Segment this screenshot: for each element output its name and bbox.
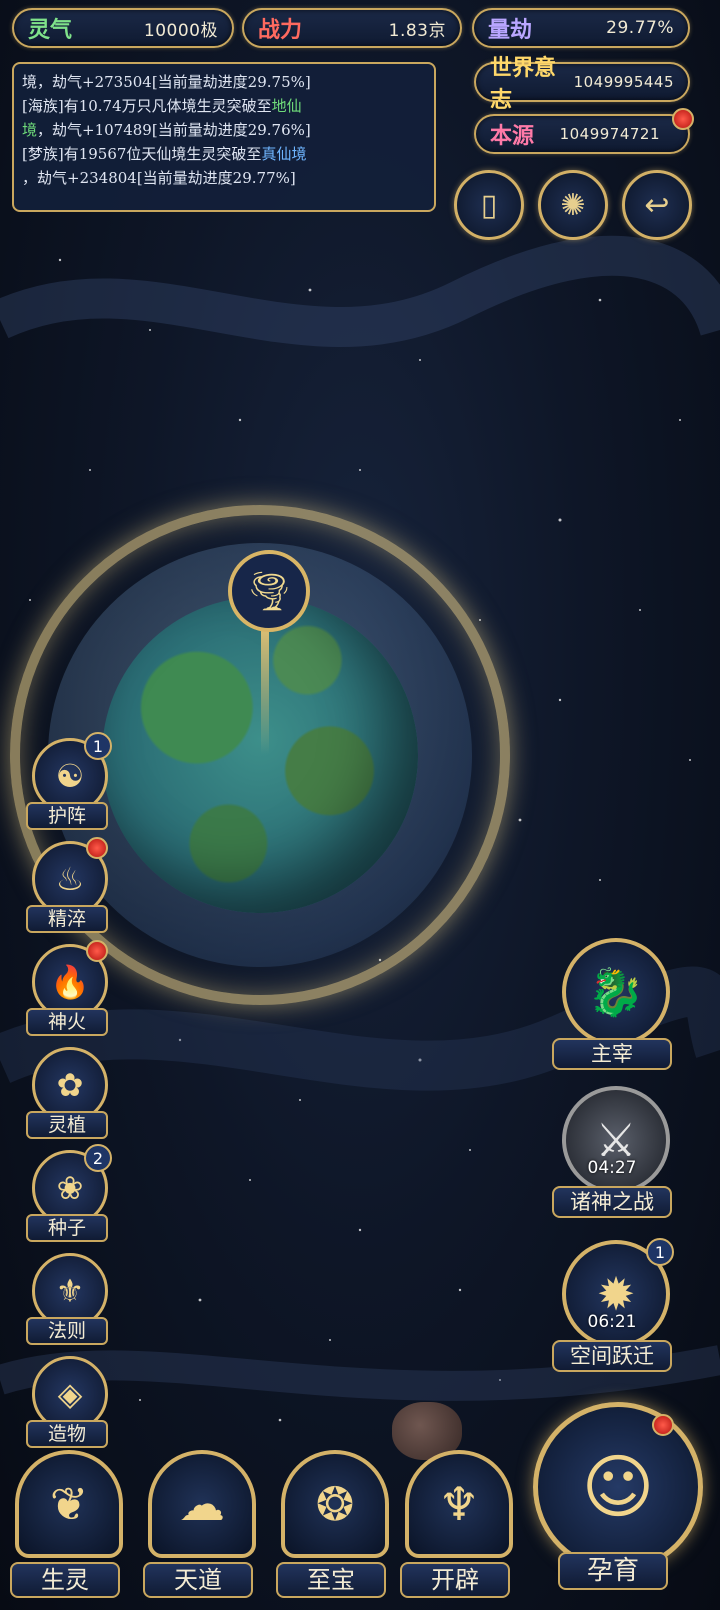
log-highlight: 真仙境 [261,145,307,163]
menu-zaowu[interactable]: ◈ 造物 [26,1356,108,1448]
log-highlight: 境 [22,121,38,139]
menu-tiandao-label: 天道 [143,1562,253,1598]
pin-stem [261,624,269,754]
menu-shenhuo[interactable]: 🔥 神火 [26,940,108,1036]
benyuan-stat[interactable]: 本源 1049974721 [474,114,690,154]
lingqi-label: 灵气 [28,17,73,43]
menu-zhibao-label: 至宝 [276,1562,386,1598]
menu-shengling[interactable]: ❦ 生灵 [10,1450,123,1600]
planet-globe[interactable] [102,597,418,913]
zhanli-value: 1.83京 [388,20,446,41]
alert-dot [86,940,108,962]
heaven-way-icon: ☁ [148,1450,256,1558]
log-text: 境，劫气+273504[当前量劫进度29.75%] [22,73,311,91]
liangjie-value: 29.77% [606,18,674,38]
card-icon[interactable]: ▯ [454,170,524,240]
yunyu-glyph: ☺ [581,1446,655,1528]
creation-fire-icon: ♆ [405,1450,513,1558]
lingqi-value: 10000极 [143,20,218,41]
menu-kongjian-label: 空间跃迁 [552,1340,672,1372]
countdown-timer: 06:21 [587,1312,637,1332]
shijie-stat[interactable]: 世界意志 1049995445 [474,55,690,113]
menu-jingcui-label: 精淬 [26,905,108,933]
log-line: 境，劫气+273504[当前量劫进度29.75%] [22,70,426,94]
menu-lingzhi[interactable]: ✿ 灵植 [26,1047,108,1139]
log-text: ，劫气+107489[当前量劫进度29.76%] [37,121,311,139]
menu-faze-label: 法则 [26,1317,108,1345]
log-line: 境，劫气+107489[当前量劫进度29.76%] [22,118,426,142]
log-highlight: 地仙 [271,97,302,115]
zhanli-label: 战力 [258,17,303,43]
yunyu-alert-dot [652,1414,674,1436]
tornado-glyph: 🌪 [244,568,294,613]
menu-shengling-label: 生灵 [10,1562,120,1598]
menu-tiandao[interactable]: ☁ 天道 [143,1450,256,1600]
log-line: [海族]有10.74万只凡体境生灵突破至地仙 [22,94,426,118]
log-line: [梦族]有19567位天仙境生灵突破至真仙境 [22,142,426,166]
yunyu-label: 孕育 [558,1552,668,1590]
menu-lingzhi-label: 灵植 [26,1111,108,1139]
menu-zhongzi-label: 种子 [26,1214,108,1242]
count-badge: 2 [84,1144,112,1172]
benyuan-value: 1049974721 [559,125,660,143]
shijie-label: 世界意志 [490,55,557,113]
menu-zhushen-label: 诸神之战 [552,1186,672,1218]
liangjie-stat[interactable]: 量劫 29.77% [472,8,690,48]
vortex-icon[interactable]: ✺ [538,170,608,240]
menu-zhuzai[interactable]: 🐉 主宰 [552,938,672,1070]
menu-huzhen[interactable]: ☯ 护阵 1 [26,732,112,830]
count-badge: 1 [646,1238,674,1266]
menu-huzhen-label: 护阵 [26,802,108,830]
benyuan-alert-dot [672,108,694,130]
menu-shenhuo-label: 神火 [26,1008,108,1036]
log-text: ，劫气+234804[当前量劫进度29.77%] [22,169,296,187]
lingqi-stat[interactable]: 灵气 10000极 [12,8,234,48]
menu-faze[interactable]: ⚜ 法则 [26,1253,108,1345]
menu-zhibao[interactable]: ❂ 至宝 [276,1450,389,1600]
log-text: [梦族]有19567位天仙境生灵突破至 [22,145,262,163]
tornado-icon[interactable]: 🌪 [228,550,310,632]
benyuan-label: 本源 [490,123,535,149]
shijie-value: 1049995445 [573,73,674,91]
menu-kongjian[interactable]: ✹ 空间跃迁 06:21 1 [552,1238,674,1372]
countdown-timer: 04:27 [587,1158,637,1178]
menu-jingcui[interactable]: ♨ 精淬 [26,837,108,933]
menu-zhuzai-label: 主宰 [552,1038,672,1070]
nurture-icon: ☺ [533,1402,703,1572]
menu-kaipi[interactable]: ♆ 开辟 [400,1450,513,1600]
liangjie-label: 量劫 [488,17,533,43]
menu-zaowu-label: 造物 [26,1420,108,1448]
scroll-icon[interactable]: ↩ [622,170,692,240]
zhanli-stat[interactable]: 战力 1.83京 [242,8,462,48]
log-line: ，劫气+234804[当前量劫进度29.77%] [22,166,426,190]
menu-zhongzi[interactable]: ❀ 种子 2 [26,1144,112,1242]
treasure-icon: ❂ [281,1450,389,1558]
menu-kaipi-label: 开辟 [400,1562,510,1598]
log-text: [海族]有10.74万只凡体境生灵突破至 [22,97,272,115]
count-badge: 1 [84,732,112,760]
creature-icon: ❦ [15,1450,123,1558]
dragon-icon: 🐉 [562,938,670,1046]
alert-dot [86,837,108,859]
menu-zhushen[interactable]: ⚔ 诸神之战 04:27 [552,1086,672,1218]
event-log: 境，劫气+273504[当前量劫进度29.75%] [海族]有10.74万只凡体境… [12,62,436,212]
yunyu-button[interactable]: ☺ 孕育 [528,1402,703,1602]
